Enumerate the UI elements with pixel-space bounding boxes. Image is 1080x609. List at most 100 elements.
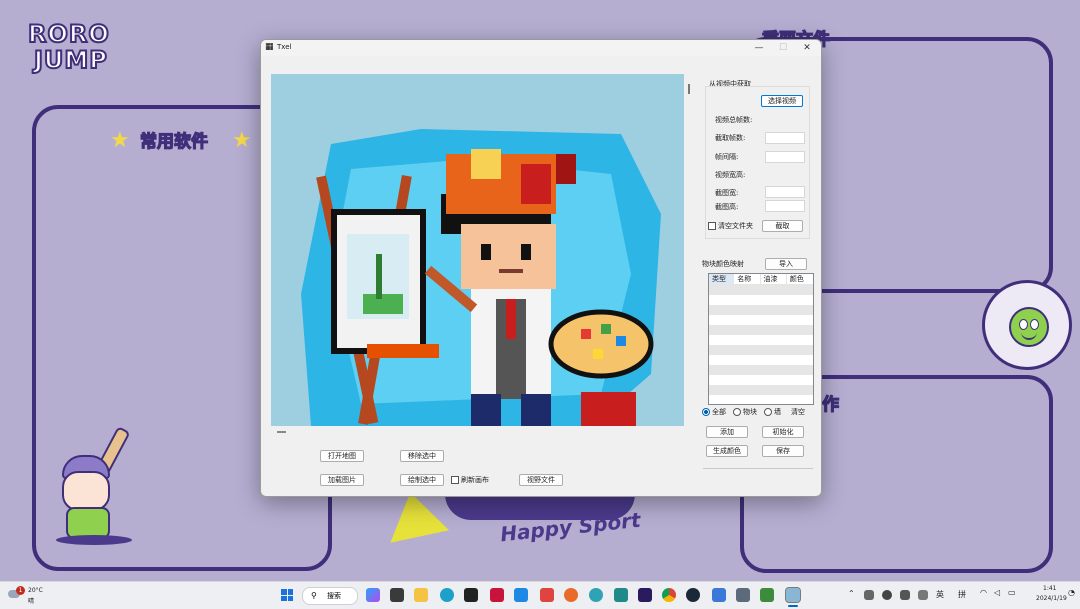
filter-radio-block[interactable]: 物块: [733, 407, 757, 417]
browser-icon[interactable]: [589, 588, 603, 602]
table-row[interactable]: [709, 305, 813, 315]
table-row[interactable]: [709, 285, 813, 295]
app-icon-gray[interactable]: [736, 588, 750, 602]
frame-interval-label: 帧间隔:: [715, 153, 739, 161]
header-color[interactable]: 颜色: [787, 274, 813, 284]
tray-icon-3[interactable]: [900, 590, 910, 600]
filter-clear-label[interactable]: 清空: [791, 407, 805, 417]
select-video-button[interactable]: 选择视频: [761, 95, 803, 107]
draw-selected-button[interactable]: 绘制选中: [400, 474, 444, 486]
ime-mode[interactable]: 拼: [958, 589, 966, 600]
table-row[interactable]: [709, 385, 813, 395]
color-map-label: 物块颜色映射: [702, 260, 744, 268]
smiley-icon: [1009, 307, 1049, 347]
search-icon: ⚲: [311, 591, 317, 600]
weather-desc: 晴: [28, 598, 35, 605]
weather-temp: 20°C: [28, 587, 43, 594]
premiere-icon[interactable]: [638, 588, 652, 602]
table-row[interactable]: [709, 355, 813, 365]
logo-line-1: RORO: [27, 19, 110, 49]
load-image-button[interactable]: 加载图片: [320, 474, 364, 486]
generate-color-button[interactable]: 生成颜色: [706, 445, 748, 457]
app-icon-blue[interactable]: [712, 588, 726, 602]
maximize-button[interactable]: ☐: [773, 42, 793, 54]
window-titlebar[interactable]: ▦ Txel — ☐ ✕: [261, 40, 821, 56]
edge-icon[interactable]: [440, 588, 454, 602]
add-button[interactable]: 添加: [706, 426, 748, 438]
filter-radio-wall[interactable]: 墙: [764, 407, 781, 417]
capture-frames-label: 截取帧数:: [715, 134, 746, 142]
ime-language[interactable]: 英: [936, 589, 944, 600]
table-row[interactable]: [709, 295, 813, 305]
capture-frames-input[interactable]: [765, 132, 805, 144]
capture-button[interactable]: 截取: [762, 220, 803, 232]
capture-height-label: 截图高:: [715, 203, 739, 211]
import-button[interactable]: 导入: [765, 258, 807, 270]
clock-date[interactable]: 2024/1/19: [1036, 595, 1067, 602]
header-name[interactable]: 名称: [734, 274, 761, 284]
app-icon-teal[interactable]: [614, 588, 628, 602]
file-explorer-icon[interactable]: [414, 588, 428, 602]
table-row[interactable]: [709, 335, 813, 345]
app-icon-red[interactable]: [540, 588, 554, 602]
color-map-table[interactable]: 类型 名称 油漆 颜色: [708, 273, 814, 405]
table-row[interactable]: [709, 345, 813, 355]
taskbar-search[interactable]: ⚲ 搜索: [302, 587, 358, 605]
table-row[interactable]: [709, 395, 813, 404]
app-icon-orange[interactable]: [564, 588, 578, 602]
chrome-icon[interactable]: [662, 588, 676, 602]
refresh-canvas-checkbox[interactable]: 刷新画布: [451, 475, 489, 485]
volume-icon[interactable]: ◁: [994, 588, 1000, 597]
txel-taskbar-icon[interactable]: [785, 587, 801, 603]
close-button[interactable]: ✕: [797, 42, 817, 54]
frame-interval-input[interactable]: [765, 151, 805, 163]
weather-widget[interactable]: 1 20°C 晴: [8, 586, 58, 606]
pixel-art-canvas[interactable]: [271, 74, 684, 426]
capture-height-input[interactable]: [765, 200, 805, 212]
start-button[interactable]: [281, 589, 293, 601]
battery-icon[interactable]: ▭: [1008, 588, 1016, 597]
open-map-button[interactable]: 打开地图: [320, 450, 364, 462]
steam-icon[interactable]: [686, 588, 700, 602]
app-icon-dark[interactable]: [464, 588, 478, 602]
filter-radio-all[interactable]: 全部: [702, 407, 726, 417]
video-width-label: 视频宽高:: [715, 171, 746, 179]
baseball-character-sticker: [52, 425, 142, 550]
vertical-scroll-thumb[interactable]: [688, 84, 690, 94]
roro-jump-logo: RORO JUMP: [24, 19, 120, 76]
save-button[interactable]: 保存: [762, 445, 804, 457]
canvas-scroll-indicator[interactable]: [277, 431, 286, 433]
logo-line-2: JUMP: [33, 45, 108, 75]
clear-folder-checkbox[interactable]: 清空文件夹: [708, 221, 753, 231]
clock-time[interactable]: 1:41: [1043, 585, 1056, 592]
remove-selected-button[interactable]: 移除选中: [400, 450, 444, 462]
chevron-up-icon[interactable]: ⌃: [848, 589, 855, 598]
capture-width-input[interactable]: [765, 186, 805, 198]
copilot-icon[interactable]: [366, 588, 380, 602]
radio-icon: [764, 408, 772, 416]
wifi-icon[interactable]: ◠: [980, 588, 987, 597]
filter-wall-label: 墙: [774, 408, 781, 416]
filter-block-label: 物块: [743, 408, 757, 416]
init-button[interactable]: 初始化: [762, 426, 804, 438]
table-row[interactable]: [709, 315, 813, 325]
active-app-indicator: [788, 605, 798, 607]
vscode-icon[interactable]: [514, 588, 528, 602]
star-icon: ★: [232, 128, 252, 153]
jetbrains-icon[interactable]: [490, 588, 504, 602]
minimize-button[interactable]: —: [749, 42, 769, 54]
table-row[interactable]: [709, 365, 813, 375]
view-file-button[interactable]: 视野文件: [519, 474, 563, 486]
notification-bell-icon[interactable]: ◔: [1068, 588, 1075, 597]
header-paint[interactable]: 油漆: [761, 274, 787, 284]
tray-icon-2[interactable]: [882, 590, 892, 600]
table-row[interactable]: [709, 325, 813, 335]
total-frames-label: 视频总帧数:: [715, 116, 753, 124]
table-row[interactable]: [709, 375, 813, 385]
capture-width-label: 截图宽:: [715, 189, 739, 197]
tray-icon-1[interactable]: [864, 590, 874, 600]
task-view-icon[interactable]: [390, 588, 404, 602]
app-icon-green[interactable]: [760, 588, 774, 602]
tray-icon-4[interactable]: [918, 590, 928, 600]
header-type[interactable]: 类型: [709, 274, 735, 284]
